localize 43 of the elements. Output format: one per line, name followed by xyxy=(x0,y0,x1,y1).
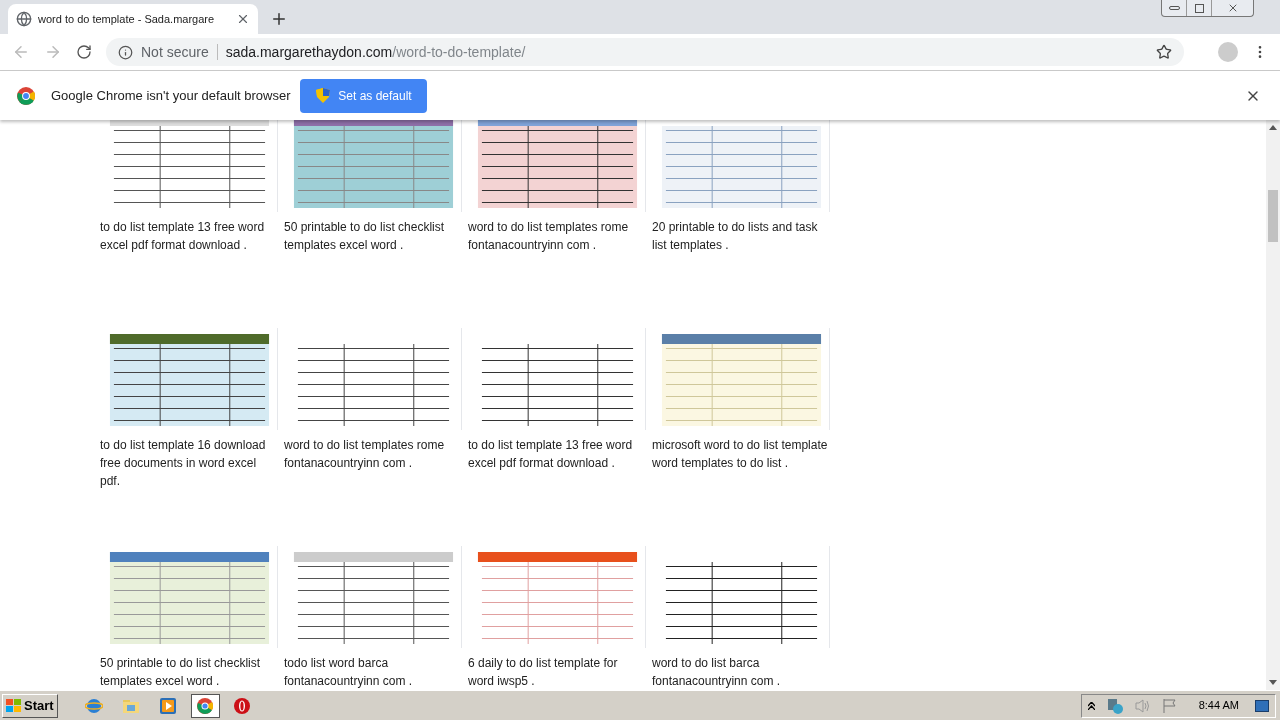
result-caption[interactable]: word to do list templates rome fontanacountryinn com . xyxy=(284,436,462,546)
shield-icon xyxy=(316,88,331,103)
start-button[interactable]: Start xyxy=(2,693,58,718)
bookmark-star-icon[interactable] xyxy=(1156,44,1172,60)
folder-icon xyxy=(122,697,141,714)
chrome-icon xyxy=(197,697,214,714)
result-caption[interactable]: 20 printable to do lists and task list templates . xyxy=(652,218,830,328)
browser-tab[interactable]: word to do template - Sada.margare xyxy=(8,4,258,34)
result-caption[interactable]: to do list template 13 free word excel pdf format download . xyxy=(468,436,646,546)
scroll-up-icon[interactable] xyxy=(1269,124,1277,130)
result-caption[interactable]: to do list template 16 download free documents in word excel pdf. xyxy=(100,436,278,546)
new-tab-icon[interactable] xyxy=(270,10,288,28)
opera-icon xyxy=(234,697,251,714)
default-browser-message: Google Chrome isn't your default browser xyxy=(51,86,291,105)
result-caption[interactable]: 50 printable to do list checklist templates excel word . xyxy=(284,218,462,328)
address-bar[interactable]: Not secure sada.margarethaydon.com/word-to-do-template/ xyxy=(106,38,1184,66)
result-caption[interactable]: microsoft word to do list template word templates to do list . xyxy=(652,436,830,546)
scrollbar[interactable] xyxy=(1266,120,1280,690)
result-caption[interactable]: todo list word barca fontanacountryinn com . xyxy=(284,654,462,690)
show-hidden-icons-icon[interactable] xyxy=(1087,701,1095,710)
scroll-down-icon[interactable] xyxy=(1269,680,1277,686)
close-icon[interactable] xyxy=(236,12,250,26)
taskbar-app-button[interactable] xyxy=(190,693,220,718)
info-icon xyxy=(118,44,133,60)
media-player-icon xyxy=(160,697,177,714)
network-icon[interactable] xyxy=(1106,697,1123,714)
globe-icon xyxy=(16,11,32,27)
clock[interactable]: 8:44 AM xyxy=(1198,697,1239,714)
result-caption[interactable]: 6 daily to do list template for word iwsp5 . xyxy=(468,654,646,690)
security-label: Not secure xyxy=(141,42,209,62)
windows-logo-icon xyxy=(6,698,22,713)
url-text: sada.margarethaydon.com/word-to-do-template/ xyxy=(225,42,526,62)
reload-icon[interactable] xyxy=(76,44,92,60)
result-caption[interactable]: word to do list barca fontanacountryinn com . xyxy=(652,654,830,690)
tab-title: word to do template - Sada.margare xyxy=(38,11,216,27)
browser-globe-icon xyxy=(85,696,104,715)
scrollbar-thumb[interactable] xyxy=(1268,190,1278,242)
set-default-button[interactable]: Set as default xyxy=(300,78,428,113)
show-desktop-icon[interactable] xyxy=(1255,699,1269,712)
result-caption[interactable]: 50 printable to do list checklist templates excel word . xyxy=(100,654,278,690)
chrome-logo-icon xyxy=(17,86,35,105)
result-caption[interactable]: word to do list templates rome fontanacountryinn com . xyxy=(468,218,646,328)
result-caption[interactable]: to do list template 13 free word excel pdf format download . xyxy=(100,218,278,328)
